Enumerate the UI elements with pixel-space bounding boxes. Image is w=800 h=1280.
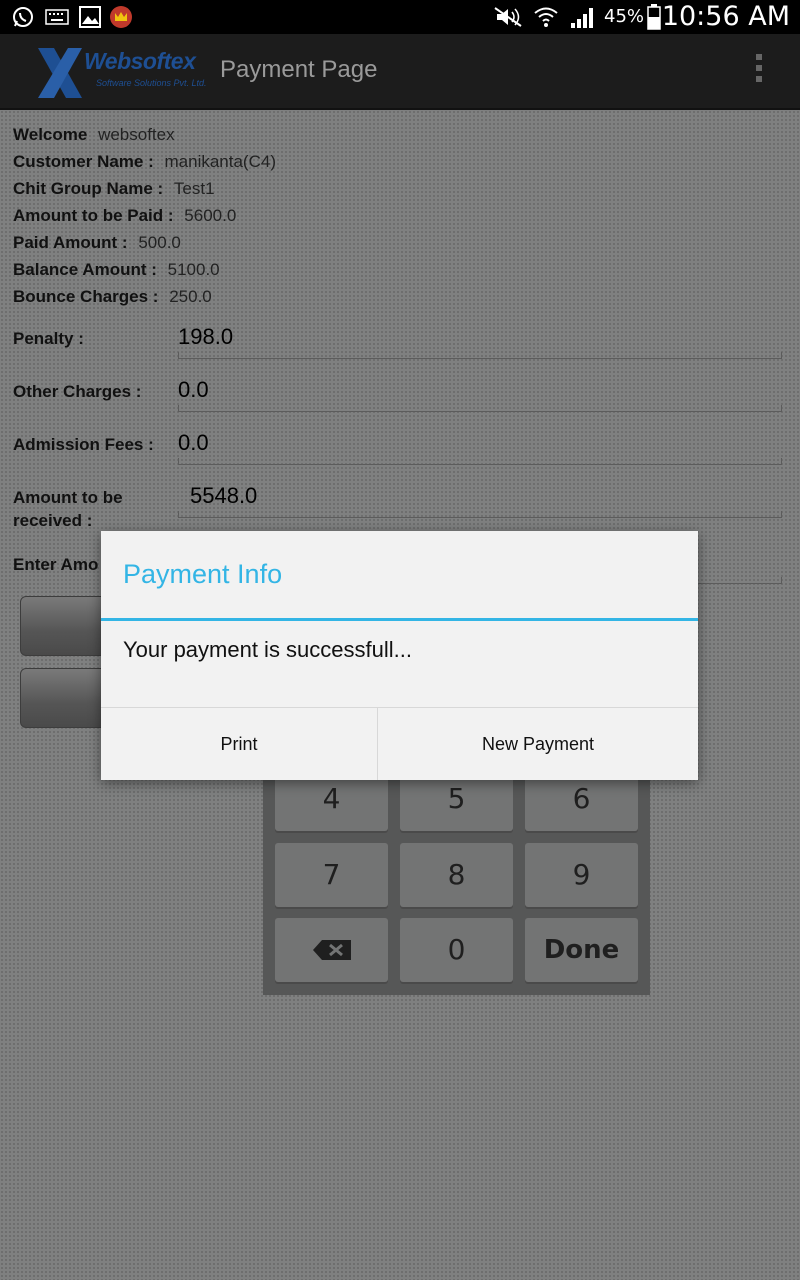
paid-amount-row: Paid Amount : 500.0 <box>13 233 181 253</box>
signal-icon <box>568 4 598 30</box>
admission-fees-label: Admission Fees : <box>13 435 154 454</box>
backspace-key[interactable] <box>275 918 388 982</box>
overflow-menu-icon[interactable] <box>754 54 764 88</box>
logo-subtitle: Software Solutions Pvt. Ltd. <box>96 78 207 88</box>
balance-value: 5100.0 <box>167 260 220 279</box>
battery-percent: 45% <box>604 6 645 27</box>
amount-received-label-line1: Amount to be <box>13 488 123 507</box>
bounce-row: Bounce Charges : 250.0 <box>13 287 212 307</box>
logo-name: Websoftex <box>84 48 196 74</box>
new-payment-button[interactable]: New Payment <box>378 708 698 780</box>
mute-icon <box>492 4 524 30</box>
penalty-label: Penalty : <box>13 329 84 348</box>
bounce-label: Bounce Charges : <box>13 287 159 306</box>
battery-icon <box>646 4 662 30</box>
clock: 10:56 AM <box>661 1 790 32</box>
status-bar: 45% 10:56 AM <box>0 0 800 34</box>
key-9[interactable]: 9 <box>525 843 638 907</box>
paid-amount-label: Paid Amount : <box>13 233 128 252</box>
paid-amount-value: 500.0 <box>138 233 181 252</box>
done-key[interactable]: Done <box>525 918 638 982</box>
amount-to-pay-label: Amount to be Paid : <box>13 206 174 225</box>
welcome-label: Welcome <box>13 125 88 144</box>
image-icon <box>78 4 102 30</box>
dialog-button-bar: Print New Payment <box>101 707 698 781</box>
amount-received-underline <box>178 511 782 518</box>
dialog-title-divider <box>101 618 698 621</box>
penalty-underline <box>178 352 782 359</box>
logo-x-icon <box>38 48 82 98</box>
key-7[interactable]: 7 <box>275 843 388 907</box>
key-8[interactable]: 8 <box>400 843 513 907</box>
dialog-message: Your payment is successfull... <box>123 637 412 662</box>
admission-fees-field[interactable]: 0.0 <box>178 430 209 456</box>
backspace-icon <box>312 940 351 960</box>
wifi-icon <box>532 4 560 30</box>
chit-group-label: Chit Group Name : <box>13 179 164 198</box>
crown-app-icon <box>108 4 134 30</box>
bounce-value: 250.0 <box>169 287 212 306</box>
amount-to-pay-row: Amount to be Paid : 5600.0 <box>13 206 236 226</box>
action-bar: Websoftex Software Solutions Pvt. Ltd. P… <box>0 34 800 110</box>
print-button[interactable]: Print <box>101 708 378 780</box>
customer-row: Customer Name : manikanta(C4) <box>13 152 276 172</box>
other-charges-label: Other Charges : <box>13 382 142 401</box>
keyboard-icon <box>44 4 70 30</box>
websoftex-logo[interactable]: Websoftex Software Solutions Pvt. Ltd. <box>36 42 216 102</box>
payment-info-dialog: Payment Info Your payment is successfull… <box>101 531 698 780</box>
welcome-row: Welcome websoftex <box>13 125 175 145</box>
penalty-field[interactable]: 198.0 <box>178 324 233 350</box>
enter-amount-label: Enter Amo <box>13 555 99 574</box>
balance-row: Balance Amount : 5100.0 <box>13 260 220 280</box>
amount-received-label-line2: received : <box>13 511 93 530</box>
whatsapp-icon <box>10 4 36 30</box>
key-0[interactable]: 0 <box>400 918 513 982</box>
chit-group-row: Chit Group Name : Test1 <box>13 179 215 199</box>
amount-to-pay-value: 5600.0 <box>184 206 237 225</box>
other-charges-field[interactable]: 0.0 <box>178 377 209 403</box>
admission-fees-underline <box>178 458 782 465</box>
other-charges-underline <box>178 405 782 412</box>
chit-group-value: Test1 <box>173 179 215 198</box>
dialog-title: Payment Info <box>123 559 283 589</box>
amount-received-field[interactable]: 5548.0 <box>190 483 257 509</box>
customer-label: Customer Name : <box>13 152 154 171</box>
balance-label: Balance Amount : <box>13 260 157 279</box>
page-title: Payment Page <box>220 56 378 83</box>
numeric-keypad: 4 5 6 7 8 9 0 Done <box>263 767 650 995</box>
welcome-value: websoftex <box>98 125 175 144</box>
customer-value: manikanta(C4) <box>164 152 277 171</box>
